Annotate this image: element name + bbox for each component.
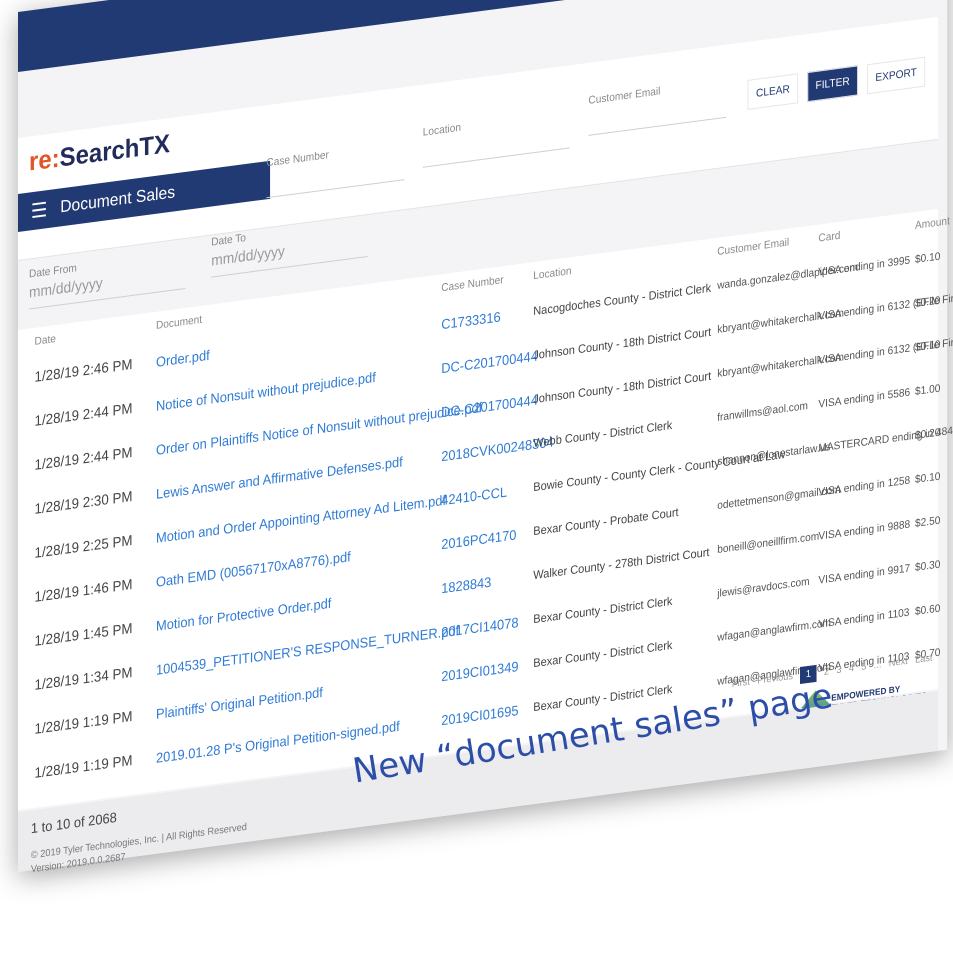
brand-logo[interactable]: re:SearchTX bbox=[29, 128, 170, 178]
cell-location: Johnson County - 18th District Court bbox=[533, 368, 712, 407]
cell-amount: $0.20 bbox=[915, 294, 941, 310]
cell-date: 1/28/19 1:19 PM bbox=[34, 752, 133, 782]
location-filter: Location bbox=[422, 107, 570, 168]
clear-button[interactable]: CLEAR bbox=[747, 73, 799, 110]
cell-location: Bexar County - District Clerk bbox=[533, 637, 673, 671]
case-link[interactable]: 1828843 bbox=[441, 574, 491, 597]
case-link[interactable]: 2019CI01695 bbox=[441, 702, 518, 728]
cell-amount: $0.10 bbox=[915, 338, 941, 354]
pagination-next[interactable]: Next bbox=[889, 656, 908, 669]
pagination-ellipsis: ... bbox=[873, 659, 882, 672]
case-link[interactable]: DC-C201700444 bbox=[441, 348, 538, 377]
cell-amount: $2.50 bbox=[915, 514, 941, 530]
menu-icon[interactable]: ☰ bbox=[31, 197, 48, 224]
brand-prefix: re: bbox=[29, 142, 60, 177]
brand-name: SearchTX bbox=[59, 127, 170, 173]
cell-date: 1/28/19 2:30 PM bbox=[34, 488, 133, 518]
cell-email: jlewis@ravdocs.com bbox=[717, 575, 810, 600]
cell-date: 1/28/19 2:44 PM bbox=[34, 444, 133, 474]
cell-email: shannon@lonestarlaw.us bbox=[717, 441, 831, 468]
filter-actions: CLEAR FILTER EXPORT bbox=[747, 56, 926, 110]
cell-card: VISA ending in 3995 bbox=[818, 254, 911, 279]
cell-location: Webb County - District Clerk bbox=[533, 417, 673, 451]
header-amount: Amount bbox=[915, 215, 950, 232]
cell-date: 1/28/19 1:34 PM bbox=[34, 664, 133, 694]
cell-card: VISA ending in 9888 bbox=[818, 518, 911, 543]
cell-date: 1/28/19 2:46 PM bbox=[34, 356, 133, 386]
case-link[interactable]: 2017CI14078 bbox=[441, 614, 518, 640]
case-link[interactable]: DC-C201700444 bbox=[441, 392, 538, 421]
case-number-filter: Case Number bbox=[266, 139, 405, 199]
filter-bar: Case Number Location Customer Email CLEA… bbox=[266, 46, 928, 199]
cell-date: 1/28/19 2:44 PM bbox=[34, 400, 133, 430]
cell-location: Walker County - 278th District Court bbox=[533, 544, 710, 583]
cell-card: VISA ending in 1258 bbox=[818, 474, 911, 499]
cell-email: boneill@oneillfirm.com bbox=[717, 530, 820, 556]
header-document: Document bbox=[156, 313, 203, 332]
cell-location: Johnson County - 18th District Court bbox=[533, 324, 712, 363]
pagination-last[interactable]: Last bbox=[915, 653, 932, 666]
cell-amount: $0.20 bbox=[915, 426, 941, 442]
header-customer-email: Customer Email bbox=[717, 236, 790, 258]
cell-amount: $0.10 bbox=[915, 470, 941, 486]
page-title: Document Sales bbox=[60, 182, 176, 217]
cell-date: 1/28/19 2:25 PM bbox=[34, 532, 133, 562]
case-link[interactable]: 2016PC4170 bbox=[441, 526, 516, 552]
cell-email: franwillms@aol.com bbox=[717, 400, 808, 424]
cell-date: 1/28/19 1:46 PM bbox=[34, 576, 133, 606]
cell-location: Nacogdoches County - District Clerk bbox=[533, 280, 712, 319]
filter-button[interactable]: FILTER bbox=[807, 65, 858, 103]
cell-amount: $0.10 bbox=[915, 250, 941, 266]
page-button[interactable]: 3 bbox=[836, 665, 841, 677]
cell-date: 1/28/19 1:45 PM bbox=[34, 620, 133, 650]
cell-amount: $1.00 bbox=[915, 382, 941, 398]
case-link[interactable]: 2019CI01349 bbox=[441, 658, 518, 684]
cell-date: 1/28/19 1:19 PM bbox=[34, 708, 133, 738]
case-link[interactable]: C1733316 bbox=[441, 308, 500, 332]
customer-email-filter: Customer Email bbox=[588, 77, 727, 136]
export-button[interactable]: EXPORT bbox=[867, 56, 926, 95]
header-date: Date bbox=[34, 333, 56, 348]
cell-card: VISA ending in 5586 bbox=[818, 386, 911, 411]
header-location: Location bbox=[533, 265, 572, 283]
case-link[interactable]: 42410-CCL bbox=[441, 484, 507, 509]
cell-card: VISA ending in 1103 bbox=[818, 606, 910, 631]
page-button[interactable]: 5 bbox=[861, 661, 866, 673]
cell-location: Bexar County - Probate Court bbox=[533, 505, 679, 539]
cell-email: wfagan@anglawfirm.com bbox=[717, 616, 831, 644]
header-case-number: Case Number bbox=[441, 274, 504, 295]
document-link[interactable]: Order.pdf bbox=[156, 347, 210, 370]
cell-location: Bexar County - District Clerk bbox=[533, 593, 673, 627]
cell-amount: $0.30 bbox=[915, 558, 941, 574]
cell-amount: $0.60 bbox=[915, 602, 941, 618]
date-from-filter: Date From mm/dd/yyyy bbox=[29, 248, 186, 310]
page-button[interactable]: 4 bbox=[849, 663, 854, 675]
cell-card: VISA ending in 9917 bbox=[818, 562, 911, 587]
header-card: Card bbox=[818, 229, 841, 245]
result-count: 1 to 10 of 2068 bbox=[30, 808, 117, 837]
